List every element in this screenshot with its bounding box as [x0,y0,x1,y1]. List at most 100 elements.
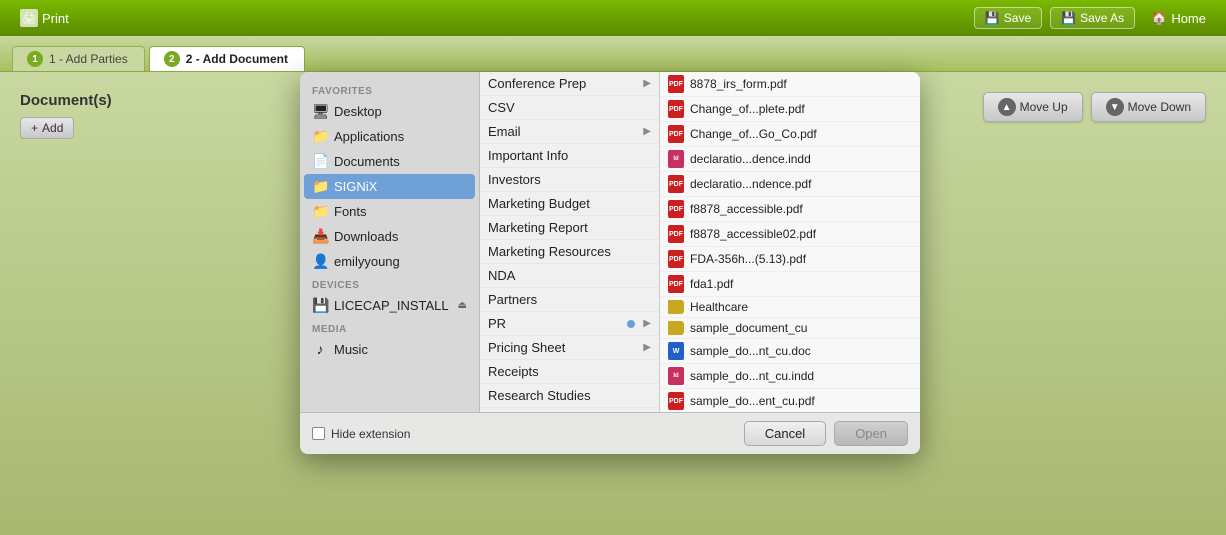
move-up-button[interactable]: ▲ Move Up [983,92,1083,122]
home-button[interactable]: 🏠 Home [1143,8,1214,28]
folder-receipts[interactable]: Receipts [480,360,659,384]
devices-label: DEVICES [300,274,479,293]
picker-bottom-bar: Hide extension Cancel Open [300,412,920,454]
move-down-icon: ▼ [1106,98,1124,116]
file-name: Change_of...plete.pdf [690,102,805,116]
file-fda-356h[interactable]: PDF FDA-356h...(5.13).pdf [660,247,920,272]
file-name: declaratio...dence.indd [690,152,811,166]
folder-sales-pitch[interactable]: Sales Pitch ▶ [480,408,659,412]
add-document-button[interactable]: + Add [20,117,74,139]
file-sample-do-nt-indd[interactable]: Id sample_do...nt_cu.indd [660,364,920,389]
folder-email[interactable]: Email ▶ [480,120,659,144]
indd-icon: Id [668,367,684,385]
sidebar-item-applications[interactable]: 📁 Applications [300,124,479,149]
sidebar-item-emilyyoung[interactable]: 👤 emilyyoung [300,249,479,274]
toolbar: 🖨 Print 💾 Save 💾 Save As 🏠 Home [0,0,1226,36]
file-f8878-accessible02[interactable]: PDF f8878_accessible02.pdf [660,222,920,247]
chevron-right-icon: ▶ [643,126,651,137]
desktop-label: Desktop [334,104,382,119]
folder-marketing-resources[interactable]: Marketing Resources [480,240,659,264]
folder-nda[interactable]: NDA [480,264,659,288]
picker-inner: FAVORITES 🖥 Desktop 📁 Applications 📄 Doc… [300,72,920,412]
documents-panel: Document(s) + Add [12,84,312,147]
file-8878-irs[interactable]: PDF 8878_irs_form.pdf [660,72,920,97]
pdf-icon: PDF [668,250,684,268]
user-icon: 👤 [312,253,328,270]
pdf-icon: PDF [668,175,684,193]
folder-research-studies[interactable]: Research Studies [480,384,659,408]
print-button[interactable]: 🖨 Print [12,7,77,29]
file-sample-document-cu[interactable]: sample_document_cu [660,318,920,339]
favorites-label: FAVORITES [300,80,479,99]
folder-label: Partners [488,292,537,307]
folder-label: PR [488,316,506,331]
file-healthcare[interactable]: Healthcare [660,297,920,318]
folder-investors[interactable]: Investors [480,168,659,192]
step2-tab[interactable]: 2 2 - Add Document [149,46,305,71]
toolbar-right: 💾 Save 💾 Save As 🏠 Home [974,7,1214,29]
pdf-icon: PDF [668,200,684,218]
folder-marketing-report[interactable]: Marketing Report [480,216,659,240]
save-button[interactable]: 💾 Save [974,7,1042,29]
media-label: MEDIA [300,318,479,337]
cancel-button[interactable]: Cancel [744,421,826,446]
folder-csv[interactable]: CSV [480,96,659,120]
sidebar-item-documents[interactable]: 📄 Documents [300,149,479,174]
eject-icon[interactable]: ⏏ [458,300,467,311]
step2-label: 2 - Add Document [186,52,288,66]
sidebar-item-fonts[interactable]: 📁 Fonts [300,199,479,224]
step-bar: 1 1 - Add Parties 2 2 - Add Document [0,36,1226,72]
save-as-button[interactable]: 💾 Save As [1050,7,1135,29]
file-declaratio-indd[interactable]: Id declaratio...dence.indd [660,147,920,172]
folder-label: Important Info [488,148,568,163]
save-as-icon: 💾 [1061,11,1076,25]
file-name: FDA-356h...(5.13).pdf [690,252,806,266]
hide-extension-option[interactable]: Hide extension [312,427,410,441]
move-buttons: ▲ Move Up ▼ Move Down [983,92,1206,122]
move-down-button[interactable]: ▼ Move Down [1091,92,1206,122]
documents-label: Documents [334,154,400,169]
fonts-label: Fonts [334,204,367,219]
licecap-label: LICECAP_INSTALL [334,298,449,313]
folder-important-info[interactable]: Important Info [480,144,659,168]
folder-pr[interactable]: PR ▶ [480,312,659,336]
file-name: f8878_accessible.pdf [690,202,803,216]
hide-extension-checkbox[interactable] [312,427,325,440]
step2-number: 2 [164,51,180,67]
folder-label: Conference Prep [488,76,586,91]
hide-extension-label: Hide extension [331,427,410,441]
indd-icon: Id [668,150,684,168]
file-change-plete[interactable]: PDF Change_of...plete.pdf [660,97,920,122]
downloads-icon: 📥 [312,228,328,245]
pdf-icon: PDF [668,225,684,243]
pdf-icon: PDF [668,392,684,410]
sidebar-item-downloads[interactable]: 📥 Downloads [300,224,479,249]
sidebar-item-signix[interactable]: 📁 SIGNiX [304,174,475,199]
drive-icon: 💾 [312,297,328,314]
open-button[interactable]: Open [834,421,908,446]
main-area: Document(s) + Add ▲ Move Up ▼ Move Down … [0,72,1226,535]
file-change-go-co[interactable]: PDF Change_of...Go_Co.pdf [660,122,920,147]
file-name: declaratio...ndence.pdf [690,177,811,191]
file-sample-do-ent-pdf[interactable]: PDF sample_do...ent_cu.pdf [660,389,920,412]
folder-pricing-sheet[interactable]: Pricing Sheet ▶ [480,336,659,360]
file-declaratio-pdf[interactable]: PDF declaratio...ndence.pdf [660,172,920,197]
sidebar-item-desktop[interactable]: 🖥 Desktop [300,99,479,124]
move-up-icon: ▲ [998,98,1016,116]
file-name: sample_do...nt_cu.indd [690,369,814,383]
step1-tab[interactable]: 1 1 - Add Parties [12,46,145,71]
file-sample-do-nt-doc[interactable]: W sample_do...nt_cu.doc [660,339,920,364]
folder-label: Marketing Resources [488,244,611,259]
folder-label: Investors [488,172,541,187]
file-picker: FAVORITES 🖥 Desktop 📁 Applications 📄 Doc… [300,72,920,454]
music-icon: ♪ [312,341,328,357]
file-f8878-accessible[interactable]: PDF f8878_accessible.pdf [660,197,920,222]
file-name: 8878_irs_form.pdf [690,77,787,91]
sidebar-item-licecap[interactable]: 💾 LICECAP_INSTALL ⏏ [300,293,479,318]
folder-marketing-budget[interactable]: Marketing Budget [480,192,659,216]
folder-conference-prep[interactable]: Conference Prep ▶ [480,72,659,96]
folder-partners[interactable]: Partners [480,288,659,312]
desktop-icon: 🖥 [312,103,328,120]
sidebar-item-music[interactable]: ♪ Music [300,337,479,361]
file-fda1[interactable]: PDF fda1.pdf [660,272,920,297]
